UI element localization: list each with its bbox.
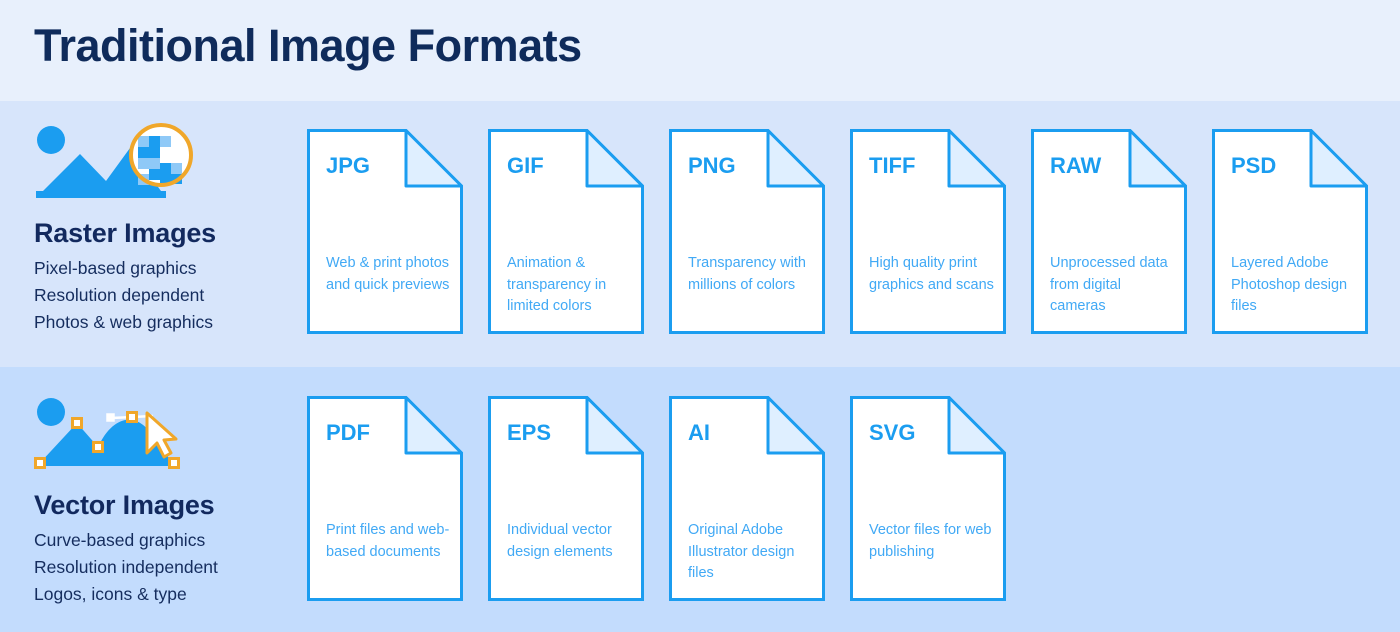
- file-extension-label: AI: [688, 420, 710, 445]
- file-extension-label: TIFF: [869, 153, 916, 178]
- file-card-tiff[interactable]: TIFF High quality print graphics and sca…: [850, 129, 1006, 334]
- raster-image-magnifier-icon: [36, 123, 193, 198]
- file-description: Original Adobe Illustrator design files: [688, 522, 795, 581]
- raster-line-1: Pixel-based graphics: [34, 258, 197, 278]
- vector-card-row: PDF Print files and web-based documents …: [307, 396, 1006, 601]
- raster-description: Pixel-based graphics Resolution dependen…: [34, 255, 294, 336]
- file-card-jpg[interactable]: JPG Web & print photos and quick preview…: [307, 129, 463, 334]
- vector-image-anchor-points-icon: [34, 398, 180, 469]
- raster-card-row: JPG Web & print photos and quick preview…: [307, 129, 1368, 334]
- raster-line-3: Photos & web graphics: [34, 312, 213, 332]
- section-raster: Raster Images Pixel-based graphics Resol…: [0, 101, 1400, 367]
- file-card-psd[interactable]: PSD Layered Adobe Photoshop design files: [1212, 129, 1368, 334]
- file-card-eps[interactable]: EPS Individual vector design elements: [488, 396, 644, 601]
- file-description: High quality print graphics and scans: [869, 255, 994, 293]
- section-vector: Vector Images Curve-based graphics Resol…: [0, 367, 1400, 632]
- file-description: Animation & transparency in limited colo…: [507, 255, 607, 314]
- file-extension-label: SVG: [869, 420, 916, 445]
- vector-line-1: Curve-based graphics: [34, 530, 206, 550]
- file-extension-label: EPS: [507, 420, 552, 445]
- infographic-root: Traditional Image Formats Raster Images …: [0, 0, 1400, 632]
- file-description: Web & print photos and quick previews: [326, 255, 450, 293]
- file-card-png[interactable]: PNG Transparency with millions of colors: [669, 129, 825, 334]
- file-description: Individual vector design elements: [507, 522, 613, 560]
- vector-heading: Vector Images: [34, 490, 215, 520]
- file-description: Layered Adobe Photoshop design files: [1231, 255, 1348, 314]
- file-card-raw[interactable]: RAW Unprocessed data from digital camera…: [1031, 129, 1187, 334]
- file-extension-label: JPG: [326, 153, 371, 178]
- file-extension-label: PSD: [1231, 153, 1277, 178]
- file-extension-label: GIF: [507, 153, 544, 178]
- raster-line-2: Resolution dependent: [34, 285, 205, 305]
- vector-description: Curve-based graphics Resolution independ…: [34, 527, 294, 608]
- file-description: Print files and web-based documents: [326, 522, 450, 560]
- vector-label-column: Vector Images Curve-based graphics Resol…: [34, 395, 294, 608]
- page-title: Traditional Image Formats: [34, 20, 582, 71]
- file-description: Vector files for web publishing: [869, 522, 992, 560]
- file-card-gif[interactable]: GIF Animation & transparency in limited …: [488, 129, 644, 334]
- file-description: Transparency with millions of colors: [688, 255, 806, 293]
- header-band: Traditional Image Formats: [0, 0, 1400, 101]
- raster-heading: Raster Images: [34, 218, 216, 248]
- file-description: Unprocessed data from digital cameras: [1050, 255, 1168, 314]
- file-extension-label: RAW: [1050, 153, 1102, 178]
- file-card-svg[interactable]: SVG Vector files for web publishing: [850, 396, 1006, 601]
- file-card-pdf[interactable]: PDF Print files and web-based documents: [307, 396, 463, 601]
- file-extension-label: PDF: [326, 420, 370, 445]
- file-extension-label: PNG: [688, 153, 736, 178]
- vector-line-3: Logos, icons & type: [34, 584, 187, 604]
- raster-label-column: Raster Images Pixel-based graphics Resol…: [34, 123, 294, 336]
- file-card-ai[interactable]: AI Original Adobe Illustrator design fil…: [669, 396, 825, 601]
- vector-line-2: Resolution independent: [34, 557, 218, 577]
